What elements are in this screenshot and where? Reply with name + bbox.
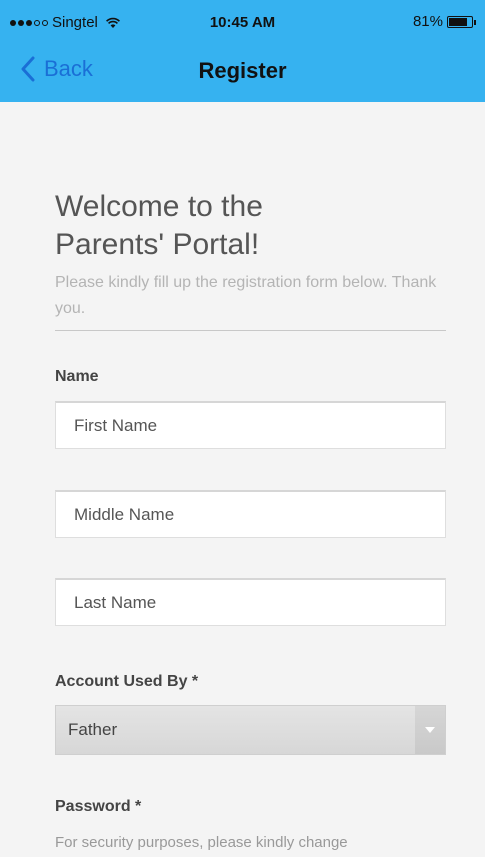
battery-percent: 81% xyxy=(412,13,443,30)
account-used-by-select[interactable]: Father xyxy=(55,705,446,755)
account-used-by-value: Father xyxy=(68,720,118,739)
welcome-heading-line2: Parents' Portal! xyxy=(55,228,260,261)
first-name-input[interactable] xyxy=(55,401,446,449)
name-label: Name xyxy=(55,368,99,385)
last-name-input[interactable] xyxy=(55,578,446,626)
chevron-down-icon xyxy=(425,727,435,733)
password-hint: For security purposes, please kindly cha… xyxy=(55,834,348,851)
account-used-by-label: Account Used By * xyxy=(55,673,199,690)
welcome-heading: Welcome to the Parents' Portal! xyxy=(55,188,446,264)
navigation-bar: Back Register xyxy=(0,48,485,92)
password-label: Password * xyxy=(55,798,142,815)
battery-status: 81% xyxy=(412,13,476,30)
page-title: Register xyxy=(198,58,287,83)
dropdown-arrow-box xyxy=(415,706,445,754)
divider xyxy=(55,330,446,331)
header: Singtel 10:45 AM 81% Back Register xyxy=(0,0,485,102)
welcome-subtitle: Please kindly fill up the registration f… xyxy=(55,274,437,317)
status-bar: Singtel 10:45 AM 81% xyxy=(0,0,485,40)
welcome-section: Welcome to the Parents' Portal! Please k… xyxy=(55,188,446,322)
middle-name-input[interactable] xyxy=(55,490,446,538)
battery-icon xyxy=(447,15,476,28)
welcome-heading-line1: Welcome to the xyxy=(55,190,263,223)
